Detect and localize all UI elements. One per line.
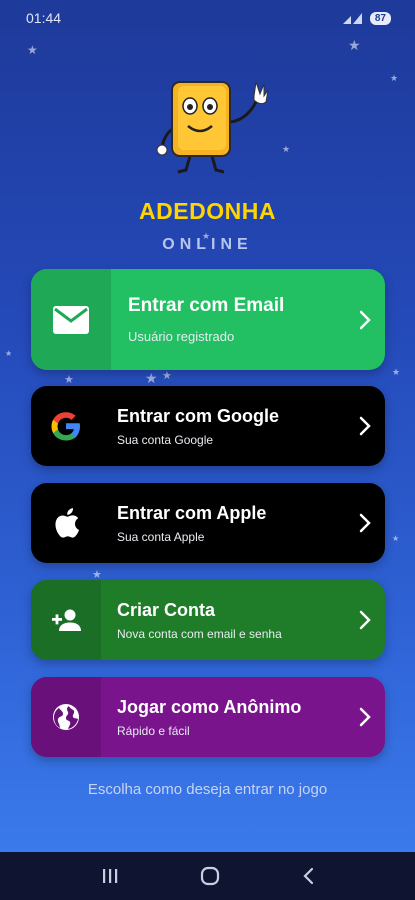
star-icon: ★ [64,374,74,386]
star-icon: ★ [392,367,401,377]
anonymous-login-title: Jogar como Anônimo [117,696,302,717]
status-time: 01:44 [26,10,62,26]
battery-indicator: 87 [369,11,391,25]
chevron-right-icon [359,310,371,329]
google-login-button[interactable]: Entrar com Google Sua conta Google [31,386,385,466]
mascot-icon [156,81,269,174]
star-icon: ★ [390,73,399,83]
chevron-right-icon [359,610,371,630]
google-login-subtitle: Sua conta Google [117,432,214,447]
email-login-button[interactable]: Entrar com Email Usuário registrado [31,269,385,370]
star-icon: ★ [145,370,158,386]
apple-icon [55,508,80,538]
create-account-button[interactable]: Criar Conta Nova conta com email e senha [31,580,385,660]
chevron-right-icon [359,707,371,727]
person-add-icon [52,609,81,631]
star-icon: ★ [162,370,172,382]
create-account-subtitle: Nova conta com email e senha [117,626,282,641]
apple-login-button[interactable]: Entrar com Apple Sua conta Apple [31,483,385,563]
email-login-subtitle: Usuário registrado [128,329,235,344]
create-account-title: Criar Conta [117,599,216,620]
home-icon[interactable] [200,866,220,886]
star-icon: ★ [348,37,361,53]
email-login-title: Entrar com Email [128,295,285,316]
app-subtitle: ONLINE [162,236,253,253]
star-icon: ★ [282,144,291,154]
mail-icon [53,305,89,334]
google-login-title: Entrar com Google [117,405,280,426]
apple-login-title: Entrar com Apple [117,502,267,523]
star-icon: ★ [27,43,38,57]
anonymous-login-button[interactable]: Jogar como Anônimo Rápido e fácil [31,677,385,757]
star-icon: ★ [392,534,400,543]
anonymous-login-subtitle: Rápido e fácil [117,723,190,738]
chevron-right-icon [359,513,371,533]
status-bar: 01:44 87 [0,0,415,36]
apple-login-subtitle: Sua conta Apple [117,529,205,544]
recent-apps-icon[interactable] [101,868,119,884]
navigation-bar [0,852,415,900]
login-hint-text: Escolha como deseja entrar no jogo [87,781,328,798]
app-title: ADEDONHA [139,198,276,224]
star-icon: ★ [5,349,13,358]
back-icon[interactable] [301,867,315,885]
chevron-right-icon [359,416,371,436]
google-icon [51,412,80,441]
signal-icon [342,13,362,24]
globe-icon [53,704,79,730]
